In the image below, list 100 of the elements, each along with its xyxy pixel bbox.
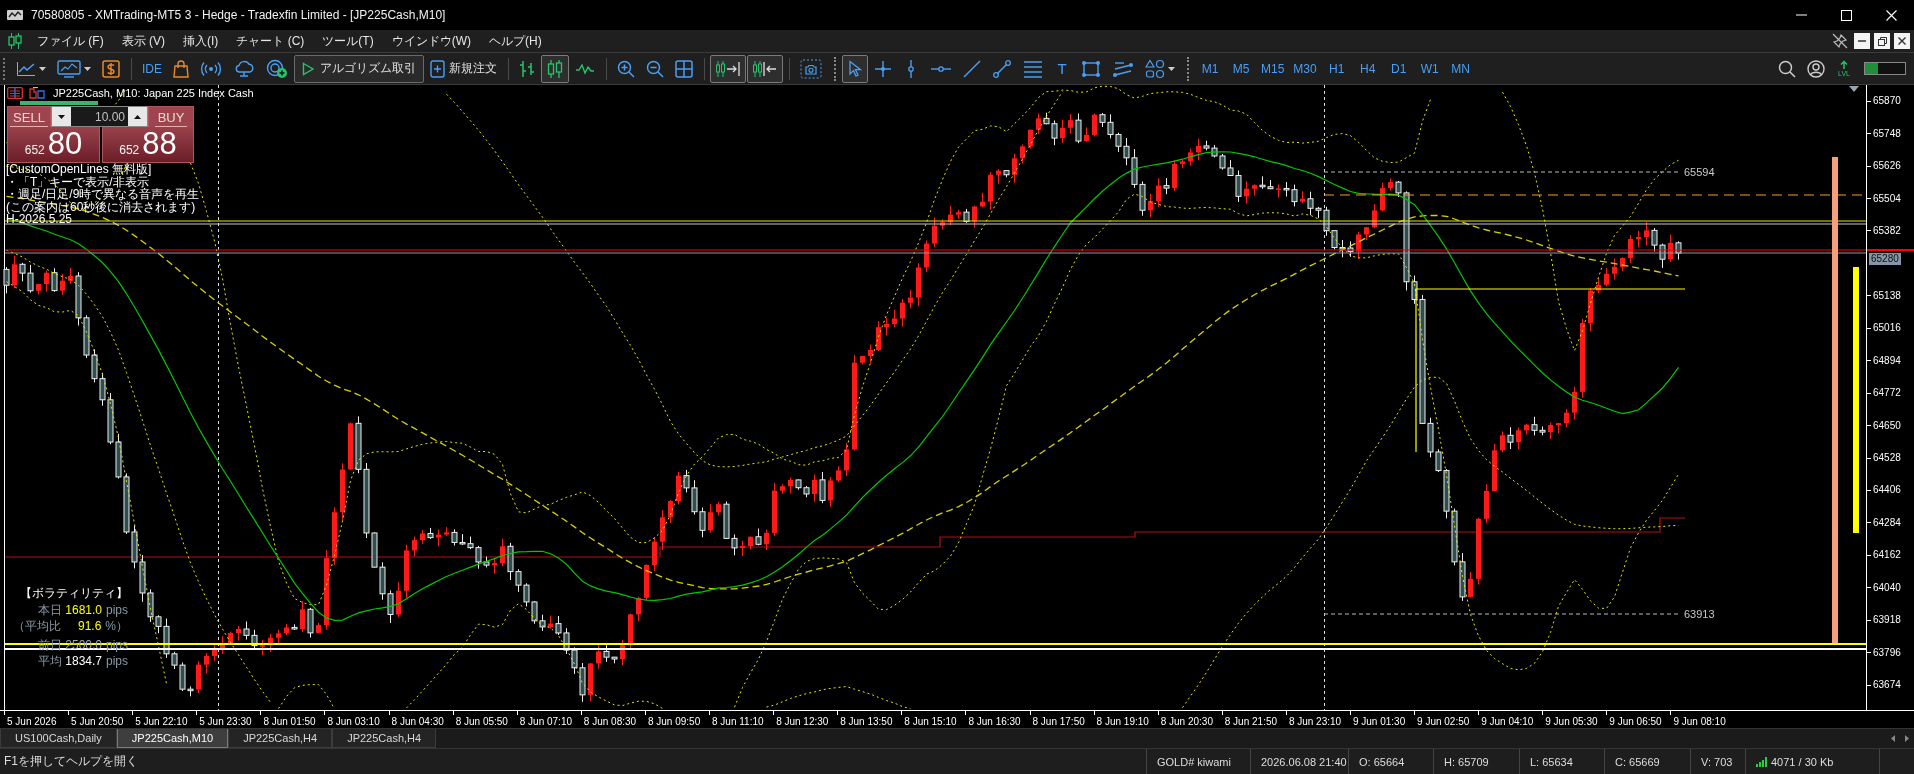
price-label: 65594 <box>1684 166 1715 178</box>
time-label: 5 Jun 20:50 <box>71 716 124 727</box>
timeframe-button[interactable]: MN <box>1445 54 1476 83</box>
notice-text: ・「T」キーで表示/非表示 <box>6 175 149 189</box>
menu-item[interactable]: ファイル (F) <box>28 31 113 51</box>
time-label: 8 Jun 03:10 <box>327 716 380 727</box>
chart-shift-icon <box>752 59 778 78</box>
time-label: 8 Jun 05:50 <box>455 716 508 727</box>
search-icon <box>1778 59 1796 78</box>
sell-price-button[interactable]: 652 80 <box>7 127 100 163</box>
time-label: 8 Jun 19:10 <box>1096 716 1149 727</box>
current-price-tag: 65280 <box>1869 253 1901 266</box>
volatility-title: 【ボラティリティ】 <box>20 585 128 602</box>
buy-price-button[interactable]: 652 88 <box>102 127 194 163</box>
menu-item[interactable]: 挿入(I) <box>174 31 228 51</box>
candlestick-chart-button[interactable] <box>541 54 569 83</box>
up-arrow-icon <box>1839 59 1849 70</box>
volume-field[interactable]: 10.00 <box>71 107 128 126</box>
chart-tab[interactable]: JP225Cash,H4 <box>332 729 437 748</box>
time-label: 9 Jun 04:10 <box>1481 716 1534 727</box>
price-label: 64406 <box>1873 484 1901 497</box>
window-title: 70580805 - XMTrading-MT5 3 - Hedge - Tradexfin Limited - [JP225Cash,M10] <box>31 8 446 22</box>
time-label: 9 Jun 02:50 <box>1417 716 1470 727</box>
ide-button[interactable]: IDE <box>137 54 167 83</box>
time-label: 9 Jun 06:50 <box>1609 716 1662 727</box>
close-button[interactable] <box>1894 33 1910 49</box>
volatility-value: 1834.7 <box>64 653 102 669</box>
minimize-button[interactable] <box>1854 33 1870 49</box>
ohlc-bars-icon <box>519 58 535 79</box>
price-label: 65016 <box>1873 322 1901 335</box>
menu-item[interactable]: ウインドウ(W) <box>382 31 480 51</box>
panel-grip-bar[interactable] <box>20 101 98 105</box>
vertical-line-icon <box>907 58 915 79</box>
buy-button[interactable]: BUY <box>148 106 194 127</box>
menu-item[interactable]: ヘルプ(H) <box>480 31 551 51</box>
status-text: O: 65664 <box>1359 755 1405 768</box>
line-chart-icon <box>575 62 595 75</box>
timeframe-button[interactable]: M5 <box>1226 54 1256 83</box>
caret-icon <box>84 66 91 71</box>
time-label: 8 Jun 08:30 <box>583 716 637 727</box>
volatility-label: 本日 <box>38 602 62 618</box>
timeframe-button[interactable]: D1 <box>1383 54 1414 83</box>
chart-tab[interactable]: JP225Cash,M10 <box>116 729 229 748</box>
time-label: 8 Jun 16:30 <box>968 716 1021 727</box>
timeframe-button[interactable]: M1 <box>1195 54 1225 83</box>
broadcast-icon <box>200 60 222 77</box>
price-label: 65138 <box>1873 289 1901 302</box>
candlestick-icon <box>546 58 564 79</box>
price-label: 65870 <box>1873 95 1901 108</box>
time-label: 8 Jun 07:10 <box>519 716 572 727</box>
auto-scroll-button[interactable] <box>710 54 746 83</box>
timeframe-button[interactable]: W1 <box>1414 54 1445 83</box>
globe-plus-icon <box>266 58 288 79</box>
price-label: 65626 <box>1873 160 1901 173</box>
volume-control[interactable]: 10.00 <box>51 106 148 127</box>
time-label: 8 Jun 17:50 <box>1032 716 1085 727</box>
status-text: 2026.06.08 21:40 <box>1261 755 1347 768</box>
increase-button[interactable] <box>128 107 147 126</box>
new-order-button[interactable]: 新規注文 <box>425 54 502 83</box>
timeframe-button[interactable]: M30 <box>1289 54 1321 83</box>
notice-text: ・週足/日足/9時で異なる音声を再生 <box>6 188 200 201</box>
restore-button[interactable] <box>1874 33 1890 49</box>
chart-shift-button[interactable] <box>747 54 783 83</box>
menu-item[interactable]: ツール(T) <box>313 31 383 51</box>
time-label: 8 Jun 15:10 <box>904 716 957 727</box>
decrease-button[interactable] <box>52 107 71 126</box>
cursor-button[interactable] <box>842 54 868 83</box>
algo-trading-button[interactable]: アルゴリズム取引 <box>294 54 424 83</box>
volatility-unit: %） <box>105 618 128 634</box>
diagonal-line-icon <box>963 59 981 78</box>
time-label: 9 Jun 05:30 <box>1545 716 1598 727</box>
candlestick-icon <box>8 33 22 49</box>
status-text: V: 703 <box>1701 755 1733 768</box>
line-segment-icon <box>992 58 1012 79</box>
price-label: 63918 <box>1873 614 1901 627</box>
volatility-label: （平均比 <box>13 618 62 634</box>
menu-item[interactable]: 表示 (V) <box>112 31 174 51</box>
notice-text: H-2026.5.25 <box>6 213 74 226</box>
monitor-chart-icon <box>57 59 81 78</box>
timeframe-button[interactable]: H4 <box>1352 54 1383 83</box>
time-label: 5 Jun 2026 <box>7 716 57 727</box>
price-label: 64284 <box>1873 516 1901 529</box>
sell-button[interactable]: SELL <box>7 106 51 127</box>
chart-tab[interactable]: US100Cash,Daily <box>0 729 117 748</box>
caret-up-icon <box>134 114 141 119</box>
chart-tab[interactable]: JP225Cash,H4 <box>228 729 333 748</box>
volatility-value: 1681.0 <box>64 602 102 618</box>
text-tool-button[interactable]: T <box>1049 54 1075 83</box>
timeframe-button[interactable]: H1 <box>1321 54 1352 83</box>
status-text: C: 65669 <box>1615 755 1660 768</box>
zoom-out-icon <box>646 59 664 78</box>
table-icon <box>7 87 23 99</box>
menu-item[interactable]: チャート (C) <box>227 31 314 51</box>
minimize-icon <box>1796 14 1807 16</box>
caret-icon <box>39 66 46 71</box>
dollar-icon <box>102 59 120 78</box>
price-label: 63674 <box>1873 679 1901 692</box>
volatility-label: 平均 <box>38 653 62 669</box>
timeframe-button[interactable]: M15 <box>1257 54 1289 83</box>
notice-text: [CustomOpenLines 無料版] <box>6 163 153 176</box>
